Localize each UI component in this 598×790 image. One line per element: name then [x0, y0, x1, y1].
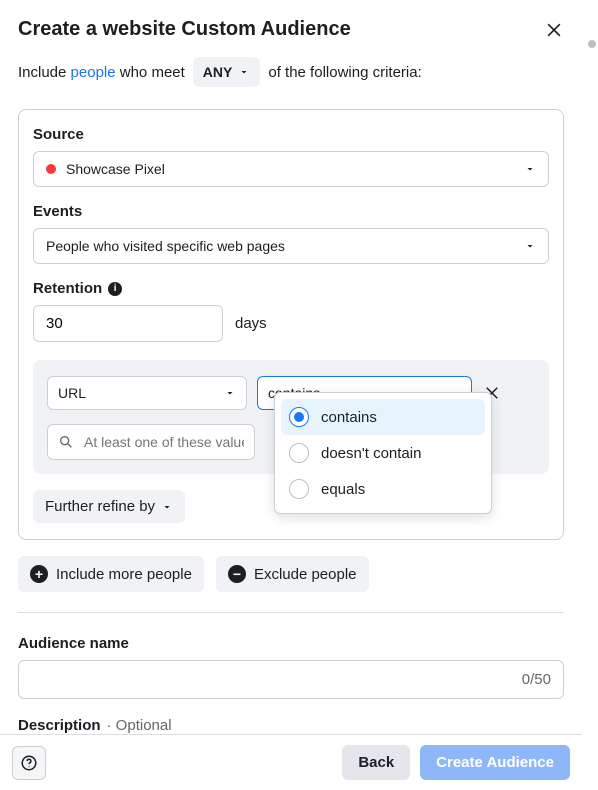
source-label: Source	[33, 126, 549, 143]
include-exclude-row: + Include more people − Exclude people	[18, 556, 564, 592]
events-value: People who visited specific web pages	[46, 238, 285, 254]
exclude-people-label: Exclude people	[254, 566, 357, 583]
divider	[18, 612, 564, 613]
dialog-create-custom-audience: Create a website Custom Audience Include…	[0, 0, 582, 790]
option-label: contains	[321, 409, 377, 426]
caret-down-icon	[161, 501, 173, 513]
close-icon[interactable]	[544, 20, 564, 40]
criteria-suffix: of the following criteria:	[268, 64, 421, 81]
option-contains[interactable]: contains	[281, 399, 485, 435]
radio-icon	[289, 479, 309, 499]
events-label: Events	[33, 203, 549, 220]
criteria-text: Include people who meet	[18, 64, 185, 81]
match-operator-dropdown: contains doesn't contain equals	[274, 392, 492, 514]
retention-unit: days	[235, 315, 267, 332]
scrollbar[interactable]	[588, 40, 596, 48]
caret-down-icon	[238, 66, 250, 78]
people-link[interactable]: people	[71, 64, 116, 81]
option-label: doesn't contain	[321, 445, 421, 462]
source-value: Showcase Pixel	[66, 161, 165, 177]
audience-name-field: Audience name 0/50	[18, 635, 564, 699]
search-icon	[58, 434, 74, 450]
url-values-input-wrap[interactable]	[47, 424, 255, 460]
retention-label: Retention i	[33, 280, 549, 297]
pixel-status-dot	[46, 164, 56, 174]
radio-icon	[289, 443, 309, 463]
further-refine-label: Further refine by	[45, 498, 155, 515]
include-more-button[interactable]: + Include more people	[18, 556, 204, 592]
caret-down-icon	[524, 163, 536, 175]
retention-input[interactable]	[33, 305, 223, 342]
question-icon	[20, 754, 38, 772]
caret-down-icon	[224, 387, 236, 399]
url-field-select[interactable]: URL	[47, 376, 247, 410]
plus-circle-icon: +	[30, 565, 48, 583]
option-doesnt-contain[interactable]: doesn't contain	[281, 435, 485, 471]
url-values-input[interactable]	[84, 434, 244, 450]
audience-name-input[interactable]: 0/50	[18, 660, 564, 699]
match-any-dropdown[interactable]: ANY	[193, 57, 261, 87]
info-icon[interactable]: i	[108, 282, 122, 296]
dialog-footer: Back Create Audience	[0, 734, 582, 790]
include-more-label: Include more people	[56, 566, 192, 583]
url-field-label: URL	[58, 385, 86, 401]
minus-circle-icon: −	[228, 565, 246, 583]
help-button[interactable]	[12, 746, 46, 780]
source-select[interactable]: Showcase Pixel	[33, 151, 549, 187]
description-label: Description · Optional	[18, 717, 564, 734]
option-label: equals	[321, 481, 365, 498]
caret-down-icon	[524, 240, 536, 252]
exclude-people-button[interactable]: − Exclude people	[216, 556, 369, 592]
create-audience-button[interactable]: Create Audience	[420, 745, 570, 780]
criteria-sentence: Include people who meet ANY of the follo…	[18, 57, 564, 87]
match-any-label: ANY	[203, 64, 233, 80]
audience-name-label: Audience name	[18, 635, 564, 652]
option-equals[interactable]: equals	[281, 471, 485, 507]
dialog-header: Create a website Custom Audience	[18, 18, 564, 41]
dialog-title: Create a website Custom Audience	[18, 18, 351, 41]
audience-name-counter: 0/50	[522, 671, 551, 688]
events-select[interactable]: People who visited specific web pages	[33, 228, 549, 264]
radio-icon	[289, 407, 309, 427]
further-refine-button[interactable]: Further refine by	[33, 490, 185, 523]
back-button[interactable]: Back	[342, 745, 410, 780]
